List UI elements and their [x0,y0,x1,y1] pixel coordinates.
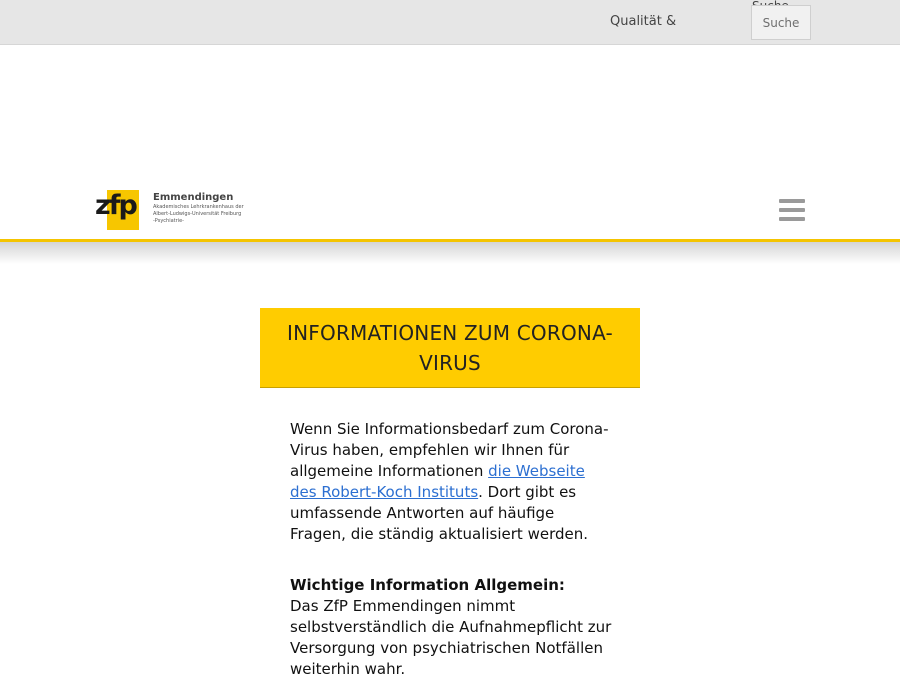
logo-name: Emmendingen [153,192,234,203]
site-logo[interactable]: zfp Emmendingen Akademisches Lehrkranken… [95,190,255,230]
info-paragraph: Wichtige Information Allgemein: Das ZfP E… [290,575,612,680]
logo-letters: zfp [95,190,138,221]
page-title: INFORMATIONEN ZUM CORONA-VIRUS [287,320,613,375]
hamburger-menu-icon[interactable] [779,199,805,221]
logo-subtitle-3: -Psychiatrie- [153,218,184,224]
page-title-box: INFORMATIONEN ZUM CORONA-VIRUS [260,308,640,388]
search-button[interactable]: Suche [751,5,811,40]
intro-paragraph: Wenn Sie Informationsbedarf zum Corona-V… [290,419,612,545]
logo-mark: zfp [95,190,139,230]
top-utility-bar: Qualität & Suche Suche [0,0,900,45]
section-heading: Wichtige Information Allgemein: [290,576,565,594]
logo-subtitle-1: Akademisches Lehrkrankenhaus der [153,204,244,210]
logo-text: Emmendingen Akademisches Lehrkrankenhaus… [153,192,244,225]
logo-subtitle-2: Albert-Ludwigs-Universität Freiburg [153,211,242,217]
nav-link-quality[interactable]: Qualität & [610,14,676,29]
section-text: Das ZfP Emmendingen nimmt selbstverständ… [290,597,612,678]
article-content: Wenn Sie Informationsbedarf zum Corona-V… [290,419,612,680]
header-shadow [0,242,900,264]
